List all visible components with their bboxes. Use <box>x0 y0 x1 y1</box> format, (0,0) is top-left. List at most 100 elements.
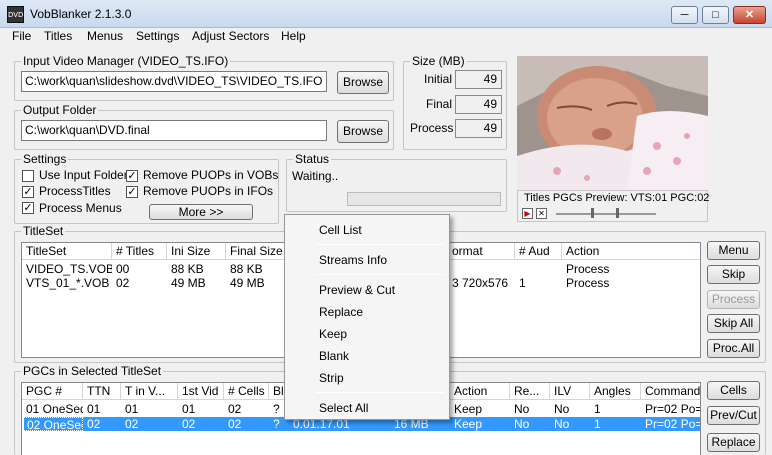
pgc-row-1-tinv[interactable]: 02 <box>121 417 178 431</box>
pgc-row-1-commands[interactable]: Pr=02 Po=0 <box>641 417 700 431</box>
menu-menus[interactable]: Menus <box>87 29 123 43</box>
col-titleset[interactable]: TitleSet <box>22 243 112 260</box>
pgc-row-0-vid[interactable]: 01 <box>178 402 224 416</box>
menu-settings[interactable]: Settings <box>136 29 179 43</box>
pgc-row-0-re[interactable]: No <box>510 402 550 416</box>
table-row-1-format[interactable]: 3 720x576 <box>448 276 515 290</box>
col-format[interactable]: ormat <box>448 243 515 260</box>
remove-puops-ifos-label: Remove PUOPs in IFOs <box>143 184 274 198</box>
output-path-field[interactable]: C:\work\quan\DVD.final <box>21 120 327 141</box>
status-group-label: Status <box>293 152 332 166</box>
settings-group: Settings Use Input Folder ✓ ProcessTitle… <box>14 152 279 224</box>
pgc-row-1-pgc[interactable]: 02 OneSeq <box>22 417 83 431</box>
ctx-streams-info[interactable]: Streams Info <box>319 253 387 267</box>
size-group: Size (MB) Initial 49 Final 49 Process 49 <box>403 54 507 150</box>
menu-button[interactable]: Menu <box>707 241 760 260</box>
pgc-row-1-re[interactable]: No <box>510 417 550 431</box>
pgc-row-1-action[interactable]: Keep <box>450 417 510 431</box>
cells-button[interactable]: Cells <box>707 381 760 400</box>
use-input-folder-checkbox[interactable] <box>22 170 34 182</box>
col-re[interactable]: Re... <box>510 383 550 400</box>
table-row-1-titles[interactable]: 02 <box>112 276 167 290</box>
process-button[interactable]: Process <box>707 290 760 309</box>
prev-cut-button[interactable]: Prev/Cut <box>707 406 760 425</box>
process-menus-checkbox[interactable]: ✓ <box>22 202 34 214</box>
col-final-size[interactable]: Final Size <box>226 243 288 260</box>
progress-bar <box>347 192 501 206</box>
col-1st-vid[interactable]: 1st Vid <box>178 383 224 400</box>
pgc-row-0-ilv[interactable]: No <box>550 402 590 416</box>
table-row-1-ini[interactable]: 49 MB <box>167 276 226 290</box>
seek-slider-track[interactable] <box>556 213 656 215</box>
pgc-row-1-vid[interactable]: 02 <box>178 417 224 431</box>
pgc-row-1-ttn[interactable]: 02 <box>83 417 121 431</box>
more-button[interactable]: More >> <box>149 204 253 220</box>
ctx-keep[interactable]: Keep <box>319 327 347 341</box>
ctx-preview-cut[interactable]: Preview & Cut <box>319 283 395 297</box>
skip-all-button[interactable]: Skip All <box>707 314 760 333</box>
ctx-strip[interactable]: Strip <box>319 371 344 385</box>
status-text: Waiting.. <box>292 169 339 183</box>
col-ttn[interactable]: TTN <box>83 383 121 400</box>
seek-slider-thumb[interactable] <box>591 208 594 218</box>
pgc-row-0-angles[interactable]: 1 <box>590 402 641 416</box>
titleset-group-label: TitleSet <box>21 224 66 238</box>
skip-button[interactable]: Skip <box>707 265 760 284</box>
col-ini-size[interactable]: Ini Size <box>167 243 226 260</box>
proc-all-button[interactable]: Proc.All <box>707 339 760 358</box>
process-size-label: Process <box>410 121 454 135</box>
close-button[interactable]: ✕ <box>733 6 766 24</box>
pgc-row-1-cells[interactable]: 02 <box>224 417 269 431</box>
menu-titles[interactable]: Titles <box>44 29 72 43</box>
output-browse-button[interactable]: Browse <box>337 120 389 143</box>
pgc-row-0-ttn[interactable]: 01 <box>83 402 121 416</box>
menu-file[interactable]: File <box>12 29 31 43</box>
stop-icon[interactable]: ✕ <box>536 208 547 219</box>
remove-puops-ifos-checkbox[interactable]: ✓ <box>126 186 138 198</box>
table-row-1-final[interactable]: 49 MB <box>226 276 288 290</box>
table-row-0-titleset[interactable]: VIDEO_TS.VOB <box>22 262 112 276</box>
remove-puops-vobs-checkbox[interactable]: ✓ <box>126 170 138 182</box>
process-titles-label: ProcessTitles <box>39 184 111 198</box>
ctx-cell-list[interactable]: Cell List <box>319 223 362 237</box>
pgc-row-1-angles[interactable]: 1 <box>590 417 641 431</box>
table-row-0-ini[interactable]: 88 KB <box>167 262 226 276</box>
pgc-row-1-ilv[interactable]: No <box>550 417 590 431</box>
replace-button[interactable]: Replace <box>707 433 760 452</box>
menu-help[interactable]: Help <box>281 29 306 43</box>
col-titles-count[interactable]: # Titles <box>112 243 167 260</box>
minimize-button[interactable]: ─ <box>671 6 698 24</box>
seek-slider-end[interactable] <box>616 208 619 218</box>
pgc-row-0-action[interactable]: Keep <box>450 402 510 416</box>
ctx-select-all[interactable]: Select All <box>319 401 368 415</box>
col-commands[interactable]: Commands <box>641 383 700 400</box>
input-browse-button[interactable]: Browse <box>337 71 389 94</box>
col-pgc-action[interactable]: Action <box>450 383 510 400</box>
col-angles[interactable]: Angles <box>590 383 641 400</box>
table-row-1-aud[interactable]: 1 <box>515 276 562 290</box>
ctx-blank[interactable]: Blank <box>319 349 349 363</box>
pgc-row-0-pgc[interactable]: 01 OneSeq <box>22 402 83 416</box>
pgc-row-0-commands[interactable]: Pr=02 Po=0 <box>641 402 700 416</box>
ctx-replace[interactable]: Replace <box>319 305 363 319</box>
table-row-0-final[interactable]: 88 KB <box>226 262 288 276</box>
table-row-1-titleset[interactable]: VTS_01_*.VOB <box>22 276 112 290</box>
process-titles-checkbox[interactable]: ✓ <box>22 186 34 198</box>
col-action[interactable]: Action <box>562 243 700 260</box>
context-menu: Cell List Streams Info Preview & Cut Rep… <box>284 214 450 420</box>
col-cells[interactable]: # Cells <box>224 383 269 400</box>
pgc-row-0-cells[interactable]: 02 <box>224 402 269 416</box>
col-t-in-v[interactable]: T in V... <box>121 383 178 400</box>
table-row-1-action[interactable]: Process <box>562 276 700 290</box>
output-group: Output Folder C:\work\quan\DVD.final Bro… <box>14 103 394 150</box>
input-path-field[interactable]: C:\work\quan\slideshow.dvd\VIDEO_TS\VIDE… <box>21 71 327 92</box>
col-pgc[interactable]: PGC # <box>22 383 83 400</box>
col-aud[interactable]: # Aud <box>515 243 562 260</box>
table-row-0-titles[interactable]: 00 <box>112 262 167 276</box>
play-icon[interactable]: ▶ <box>522 208 533 219</box>
menu-adjust-sectors[interactable]: Adjust Sectors <box>192 29 269 43</box>
col-ilv[interactable]: ILV <box>550 383 590 400</box>
pgc-row-0-tinv[interactable]: 01 <box>121 402 178 416</box>
table-row-0-action[interactable]: Process <box>562 262 700 276</box>
maximize-button[interactable]: □ <box>702 6 729 24</box>
